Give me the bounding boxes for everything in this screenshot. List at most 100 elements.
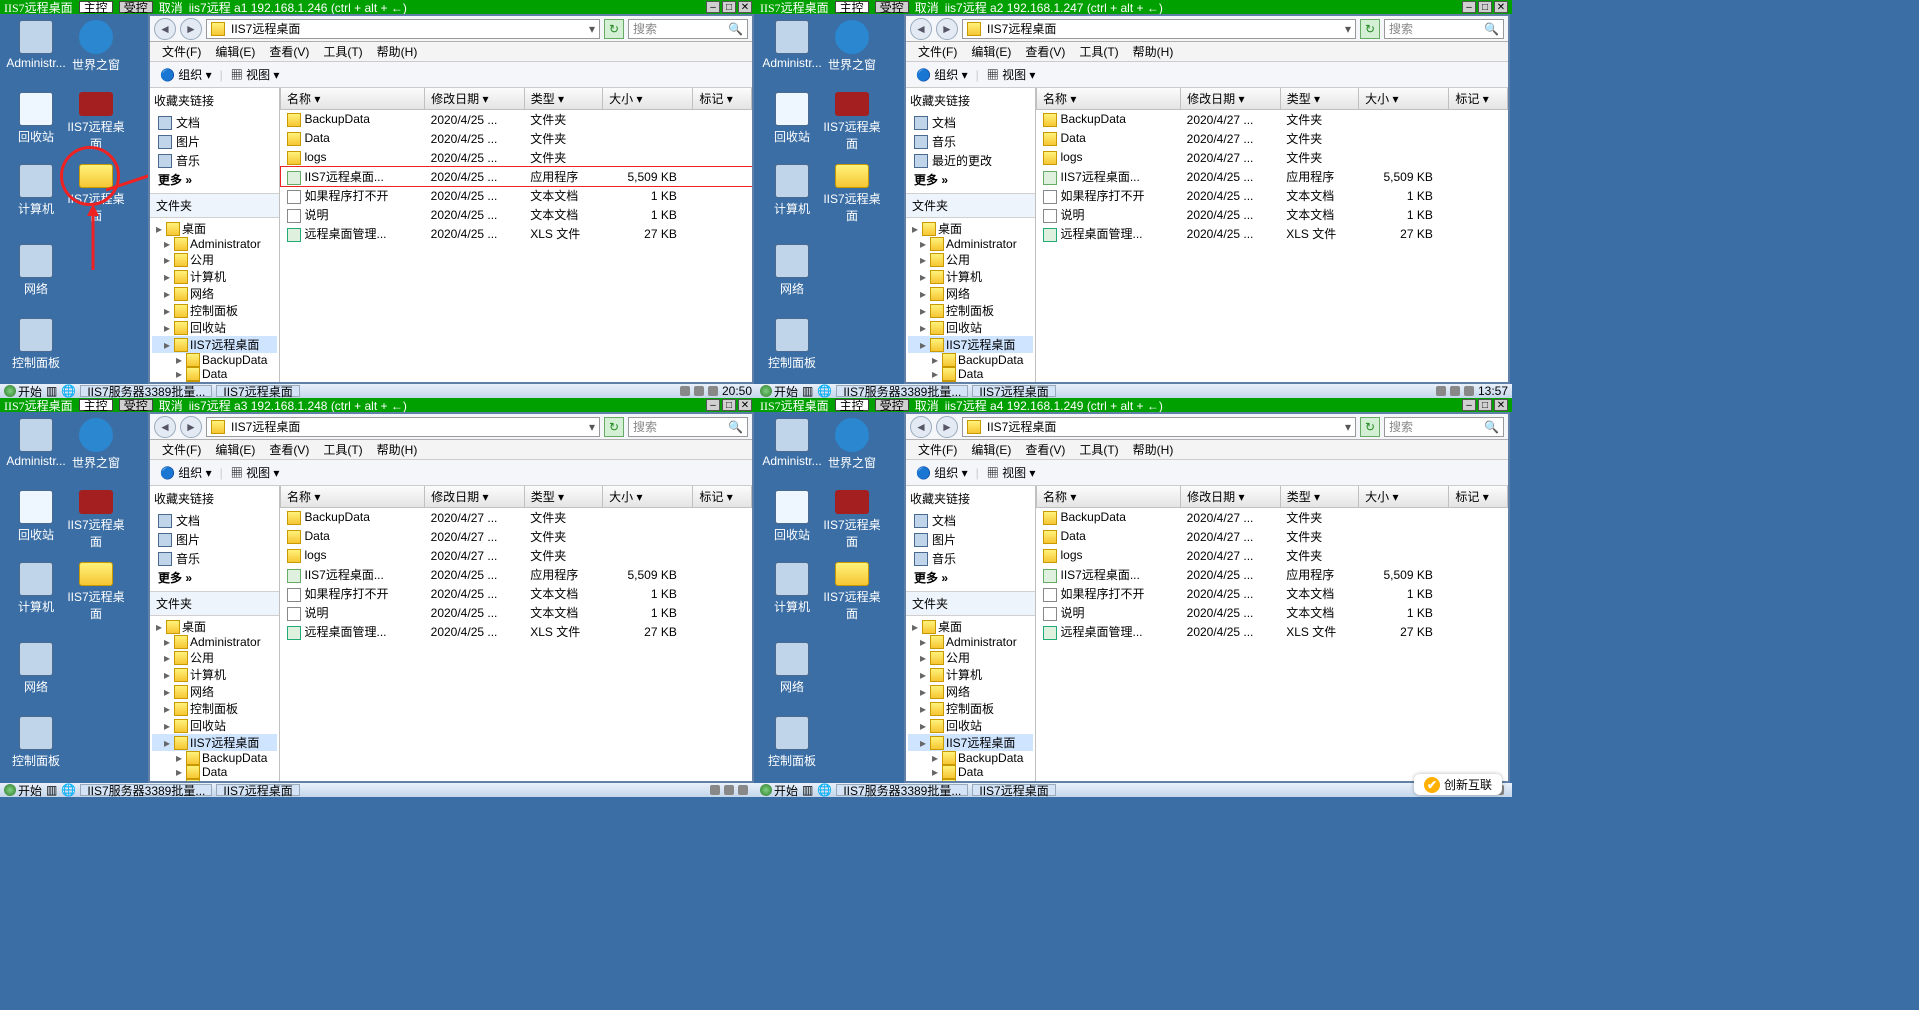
menu-item[interactable]: 文件(F) bbox=[156, 441, 207, 458]
tree-node[interactable]: ▸IIS7远程桌面 bbox=[908, 336, 1033, 353]
desktop-icon-computer[interactable]: 计算机 bbox=[6, 562, 66, 622]
tree-node[interactable]: ▸logs bbox=[152, 779, 277, 781]
tree-node[interactable]: ▸控制面板 bbox=[908, 700, 1033, 717]
tree-twisty-icon[interactable]: ▸ bbox=[162, 668, 172, 682]
start-button[interactable]: 开始 bbox=[4, 383, 42, 399]
tree-node[interactable]: ▸回收站 bbox=[908, 717, 1033, 734]
desktop-icon-iis7folder[interactable]: IIS7远程桌面 bbox=[66, 562, 126, 622]
tree-twisty-icon[interactable]: ▸ bbox=[174, 779, 184, 781]
tray-icon[interactable] bbox=[1450, 386, 1460, 396]
tree-node[interactable]: ▸Data bbox=[152, 765, 277, 779]
column-header[interactable]: 标记 ▾ bbox=[693, 88, 752, 110]
tray-icon[interactable] bbox=[708, 386, 718, 396]
start-button[interactable]: 开始 bbox=[760, 383, 798, 399]
tray-icon[interactable] bbox=[1436, 386, 1446, 396]
favorite-link[interactable]: 文档 bbox=[154, 113, 275, 132]
organize-button[interactable]: 🔵 组织 ▾ bbox=[160, 464, 212, 481]
tree-node[interactable]: ▸桌面 bbox=[908, 618, 1033, 635]
receive-control-button[interactable]: 受控 bbox=[119, 399, 153, 411]
tree-twisty-icon[interactable]: ▸ bbox=[162, 719, 172, 733]
desktop-icon-computer[interactable]: 计算机 bbox=[6, 164, 66, 224]
tray-icon[interactable] bbox=[724, 785, 734, 795]
desktop-icon-admin[interactable]: Administr... bbox=[6, 418, 66, 478]
tree-twisty-icon[interactable]: ▸ bbox=[162, 270, 172, 284]
tree-twisty-icon[interactable]: ▸ bbox=[918, 338, 928, 352]
tree-node[interactable]: ▸BackupData bbox=[908, 353, 1033, 367]
file-row[interactable]: logs 2020/4/27 ... 文件夹 bbox=[281, 546, 752, 565]
desktop-icon-world[interactable]: 世界之窗 bbox=[822, 418, 882, 478]
tree-node[interactable]: ▸IIS7远程桌面 bbox=[152, 734, 277, 751]
tree-node[interactable]: ▸公用 bbox=[152, 649, 277, 666]
desktop-icon-iis7folder[interactable]: IIS7远程桌面 bbox=[822, 164, 882, 224]
favorites-more[interactable]: 更多 » bbox=[154, 170, 275, 189]
tree-node[interactable]: ▸网络 bbox=[908, 285, 1033, 302]
view-button[interactable]: ▦ 视图 ▾ bbox=[231, 66, 280, 83]
column-header[interactable]: 名称 ▾ bbox=[1037, 486, 1181, 508]
menu-item[interactable]: 查看(V) bbox=[263, 43, 315, 60]
view-button[interactable]: ▦ 视图 ▾ bbox=[231, 464, 280, 481]
column-header[interactable]: 修改日期 ▾ bbox=[1181, 88, 1281, 110]
maximize-icon[interactable]: □ bbox=[722, 399, 736, 411]
tree-twisty-icon[interactable]: ▸ bbox=[162, 237, 172, 251]
menu-item[interactable]: 工具(T) bbox=[1073, 43, 1124, 60]
favorites-more[interactable]: 更多 » bbox=[910, 170, 1031, 189]
tray-icon[interactable] bbox=[738, 785, 748, 795]
quicklaunch-icon[interactable]: ▥ bbox=[802, 783, 813, 797]
tree-twisty-icon[interactable]: ▸ bbox=[162, 685, 172, 699]
tree-node[interactable]: ▸计算机 bbox=[908, 268, 1033, 285]
file-row[interactable]: 说明 2020/4/25 ... 文本文档 1 KB bbox=[1037, 205, 1508, 224]
search-input[interactable]: 搜索 🔍 bbox=[628, 19, 748, 39]
refresh-button[interactable]: ↻ bbox=[604, 19, 624, 39]
file-row[interactable]: Data 2020/4/27 ... 文件夹 bbox=[281, 527, 752, 546]
file-row[interactable]: 如果程序打不开 2020/4/25 ... 文本文档 1 KB bbox=[1037, 584, 1508, 603]
tray-icon[interactable] bbox=[680, 386, 690, 396]
address-bar[interactable]: IIS7远程桌面 ▾ bbox=[962, 19, 1356, 39]
quicklaunch-icon[interactable]: 🌐 bbox=[61, 384, 76, 398]
column-header[interactable]: 类型 ▾ bbox=[1280, 486, 1358, 508]
favorite-link[interactable]: 文档 bbox=[910, 511, 1031, 530]
tree-twisty-icon[interactable]: ▸ bbox=[174, 367, 184, 381]
file-row[interactable]: 远程桌面管理... 2020/4/25 ... XLS 文件 27 KB bbox=[281, 224, 752, 243]
desktop-icon-recycle[interactable]: 回收站 bbox=[6, 490, 66, 550]
file-row[interactable]: BackupData 2020/4/27 ... 文件夹 bbox=[1037, 110, 1508, 130]
tree-node[interactable]: ▸logs bbox=[908, 779, 1033, 781]
minimize-icon[interactable]: ‒ bbox=[706, 1, 720, 13]
desktop-icon-recycle[interactable]: 回收站 bbox=[6, 92, 66, 152]
tray-icon[interactable] bbox=[710, 785, 720, 795]
taskbar-task[interactable]: IIS7远程桌面 bbox=[216, 385, 299, 397]
file-row[interactable]: BackupData 2020/4/27 ... 文件夹 bbox=[281, 508, 752, 528]
dropdown-icon[interactable]: ▾ bbox=[1345, 420, 1351, 434]
tree-twisty-icon[interactable]: ▸ bbox=[174, 353, 184, 367]
desktop-icon-recycle[interactable]: 回收站 bbox=[762, 490, 822, 550]
menu-item[interactable]: 文件(F) bbox=[156, 43, 207, 60]
tree-twisty-icon[interactable]: ▸ bbox=[162, 253, 172, 267]
tree-twisty-icon[interactable]: ▸ bbox=[162, 736, 172, 750]
tree-twisty-icon[interactable]: ▸ bbox=[162, 651, 172, 665]
tree-twisty-icon[interactable]: ▸ bbox=[918, 270, 928, 284]
tree-twisty-icon[interactable]: ▸ bbox=[918, 719, 928, 733]
tree-node[interactable]: ▸logs bbox=[152, 381, 277, 382]
tree-node[interactable]: ▸回收站 bbox=[152, 319, 277, 336]
tree-node[interactable]: ▸公用 bbox=[908, 649, 1033, 666]
file-row[interactable]: Data 2020/4/27 ... 文件夹 bbox=[1037, 129, 1508, 148]
file-row[interactable]: 说明 2020/4/25 ... 文本文档 1 KB bbox=[1037, 603, 1508, 622]
tree-node[interactable]: ▸Administrator bbox=[152, 635, 277, 649]
desktop-icon-ctrl[interactable]: 控制面板 bbox=[6, 318, 66, 378]
menu-item[interactable]: 帮助(H) bbox=[1127, 43, 1180, 60]
tree-node[interactable]: ▸公用 bbox=[152, 251, 277, 268]
tree-twisty-icon[interactable]: ▸ bbox=[930, 381, 940, 382]
menu-item[interactable]: 帮助(H) bbox=[1127, 441, 1180, 458]
menu-item[interactable]: 文件(F) bbox=[912, 441, 963, 458]
desktop-icon-admin[interactable]: Administr... bbox=[762, 20, 822, 80]
file-row[interactable]: Data 2020/4/27 ... 文件夹 bbox=[1037, 527, 1508, 546]
column-header[interactable]: 大小 ▾ bbox=[1359, 486, 1449, 508]
taskbar-task[interactable]: IIS7服务器3389批量... bbox=[836, 784, 968, 796]
file-row[interactable]: IIS7远程桌面... 2020/4/25 ... 应用程序 5,509 KB bbox=[281, 167, 752, 186]
desktop-icon-network[interactable]: 网络 bbox=[762, 642, 822, 702]
taskbar-task[interactable]: IIS7服务器3389批量... bbox=[80, 784, 212, 796]
column-header[interactable]: 修改日期 ▾ bbox=[1181, 486, 1281, 508]
nav-forward-button[interactable]: ► bbox=[936, 416, 958, 438]
organize-button[interactable]: 🔵 组织 ▾ bbox=[160, 66, 212, 83]
tree-twisty-icon[interactable]: ▸ bbox=[910, 222, 920, 236]
file-row[interactable]: IIS7远程桌面... 2020/4/25 ... 应用程序 5,509 KB bbox=[1037, 565, 1508, 584]
